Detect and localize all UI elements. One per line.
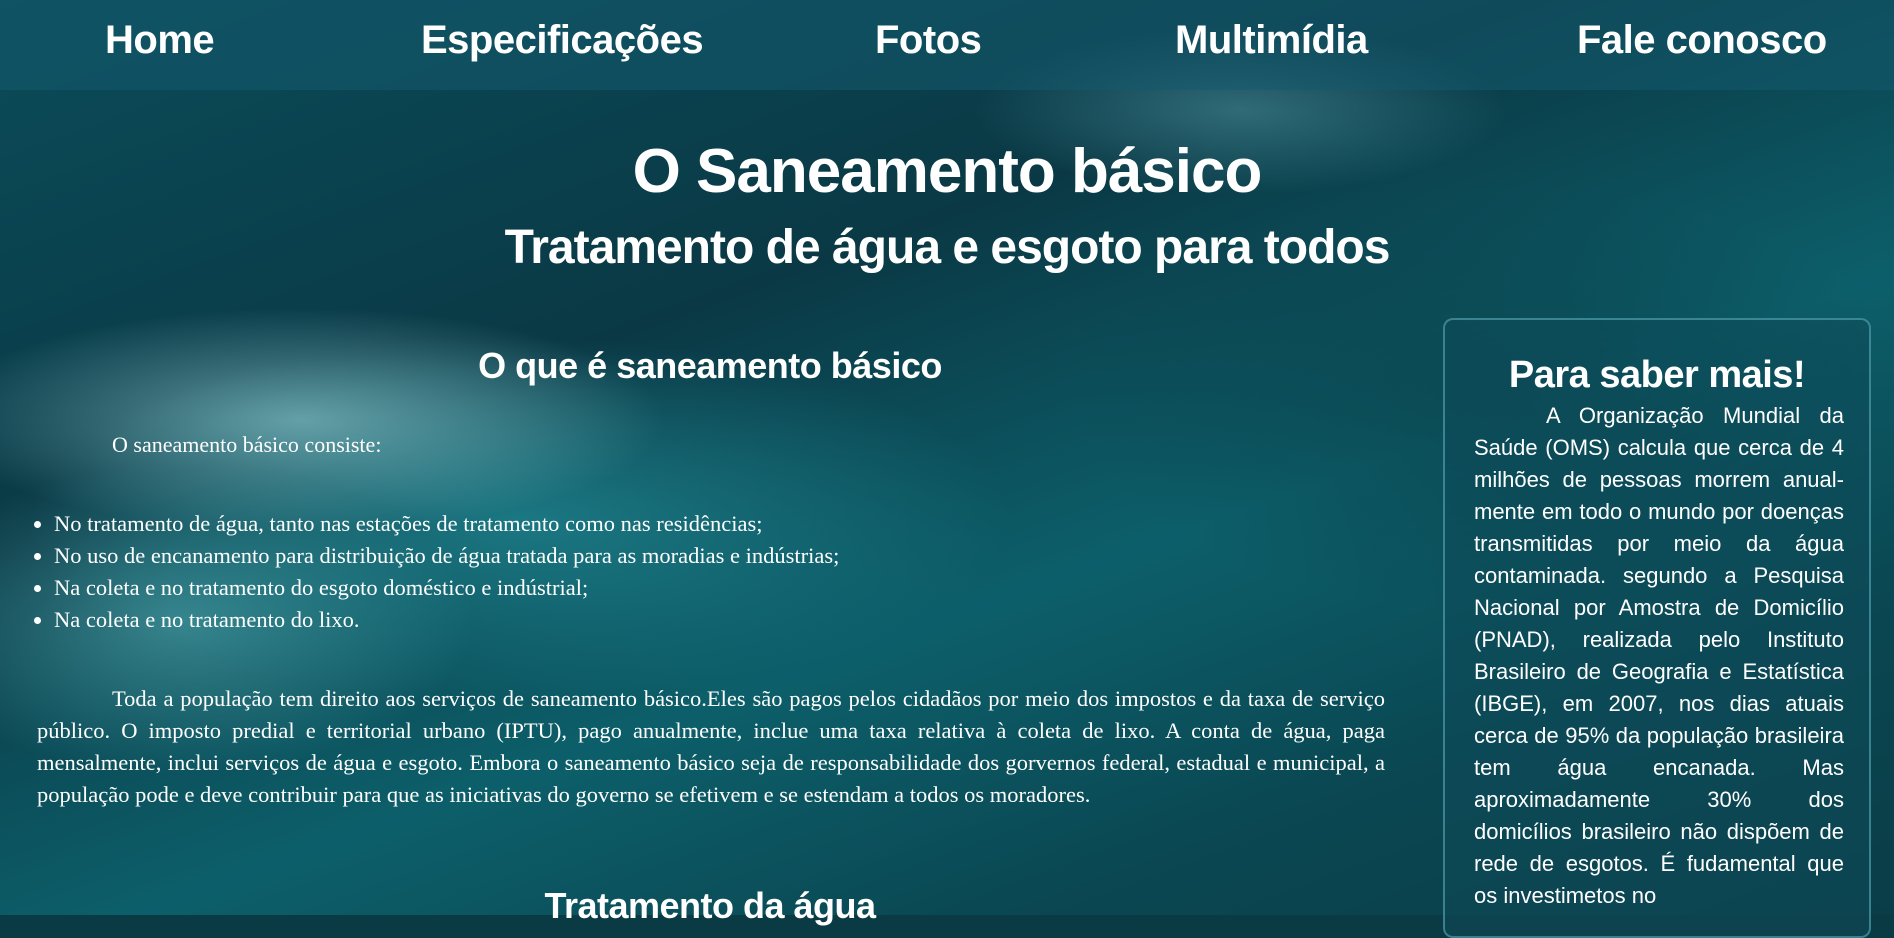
top-navigation: Home Especificações Fotos Multimídia Fal… bbox=[0, 0, 1894, 90]
list-item: No tratamento de água, tanto nas estaçõe… bbox=[54, 508, 839, 540]
intro-text: O saneamento básico consiste: bbox=[112, 432, 382, 457]
list-item: Na coleta e no tratamento do esgoto domé… bbox=[54, 572, 839, 604]
sidebar-text: A Organização Mundial da Saúde (OMS) cal… bbox=[1474, 403, 1844, 908]
info-sidebar: Para saber mais! A Organização Mundial d… bbox=[1443, 318, 1871, 938]
nav-item-fotos[interactable]: Fotos bbox=[875, 18, 982, 63]
nav-item-home[interactable]: Home bbox=[105, 18, 215, 63]
bullet-list: No tratamento de água, tanto nas estaçõe… bbox=[32, 508, 839, 636]
sidebar-title: Para saber mais! bbox=[1508, 354, 1806, 396]
list-item: No uso de encanamento para distribuição … bbox=[54, 540, 839, 572]
nav-item-fale-conosco[interactable]: Fale conosco bbox=[1577, 18, 1827, 63]
nav-item-multimidia[interactable]: Multimídia bbox=[1175, 18, 1368, 63]
section-heading: O que é saneamento básico bbox=[478, 345, 942, 386]
list-item: Na coleta e no tratamento do lixo. bbox=[54, 604, 839, 636]
page-subtitle: Tratamento de água e esgoto para todos bbox=[504, 221, 1391, 274]
section-heading-next: Tratamento da água bbox=[544, 885, 876, 926]
nav-item-especificacoes[interactable]: Especificações bbox=[421, 18, 704, 63]
page-title: O Saneamento básico bbox=[632, 137, 1263, 206]
page: Home Especificações Fotos Multimídia Fal… bbox=[0, 0, 1894, 938]
body-paragraph: Toda a população tem direito aos serviço… bbox=[37, 686, 1385, 807]
